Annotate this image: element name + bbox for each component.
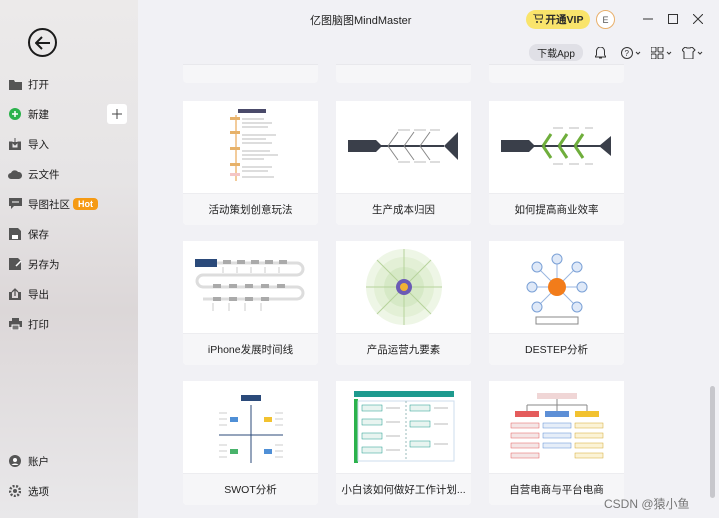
- import-icon: [8, 137, 22, 151]
- template-card[interactable]: SWOT分析: [183, 381, 318, 505]
- template-card[interactable]: iPhone发展时间线: [183, 241, 318, 365]
- sidebar-item-save-as[interactable]: 另存为: [0, 250, 138, 278]
- sidebar-item-export[interactable]: 导出: [0, 280, 138, 308]
- template-caption: 生产成本归因: [336, 193, 471, 225]
- help-icon[interactable]: ?: [621, 45, 641, 60]
- cloud-icon: [8, 167, 22, 181]
- save-as-icon: [8, 257, 22, 271]
- template-caption: iPhone发展时间线: [183, 333, 318, 365]
- template-card[interactable]: 如何提高商业效率: [489, 101, 624, 225]
- hot-badge: Hot: [73, 198, 98, 210]
- sidebar-item-label: 导出: [28, 288, 49, 301]
- close-icon[interactable]: [691, 12, 705, 26]
- template-card[interactable]: 小白该如何做好工作计划...: [336, 381, 471, 505]
- template-thumbnail: [489, 381, 624, 473]
- sidebar-item-print[interactable]: 打印: [0, 310, 138, 338]
- template-caption: 产品运营九要素: [336, 333, 471, 365]
- template-thumbnail: [336, 241, 471, 333]
- svg-text:?: ?: [625, 49, 630, 58]
- settings-icon: [8, 484, 22, 498]
- bell-icon[interactable]: [595, 45, 606, 60]
- new-plus-button[interactable]: [107, 104, 127, 124]
- template-card[interactable]: 活动策划创意玩法: [183, 101, 318, 225]
- sidebar-item-label: 打印: [28, 318, 49, 331]
- template-card[interactable]: 生产成本归因: [336, 101, 471, 225]
- sidebar-item-label: 选项: [28, 485, 49, 498]
- sidebar-item-account[interactable]: 账户: [0, 447, 138, 475]
- template-thumbnail: [183, 101, 318, 193]
- print-icon: [8, 317, 22, 331]
- partial-card: [336, 64, 471, 83]
- template-caption: 小白该如何做好工作计划...: [336, 473, 471, 505]
- sidebar-item-save[interactable]: 保存: [0, 220, 138, 248]
- window-title: 亿图脑图MindMaster: [310, 15, 412, 27]
- sidebar-item-label: 保存: [28, 228, 49, 241]
- download-app-button[interactable]: 下载App: [529, 44, 583, 61]
- main-area: 亿图脑图MindMaster 开通VIP E 下载App ? 活动策划创意玩法: [138, 0, 719, 518]
- account-icon: [8, 454, 22, 468]
- add-circle-icon: [8, 107, 22, 121]
- scrollbar[interactable]: [710, 386, 715, 498]
- sidebar-item-import[interactable]: 导入: [0, 130, 138, 158]
- partial-card: [489, 64, 624, 83]
- save-icon: [8, 227, 22, 241]
- template-caption: DESTEP分析: [489, 333, 624, 365]
- sidebar-item-settings[interactable]: 选项: [0, 477, 138, 505]
- partial-card: [183, 64, 318, 83]
- sidebar-item-label: 导入: [28, 138, 49, 151]
- template-thumbnail: [336, 381, 471, 473]
- template-card[interactable]: DESTEP分析: [489, 241, 624, 365]
- minimize-icon[interactable]: [641, 12, 655, 26]
- template-card[interactable]: 自营电商与平台电商: [489, 381, 624, 505]
- sidebar-item-open[interactable]: 打开: [0, 70, 138, 98]
- sidebar-item-label: 导图社区: [28, 198, 70, 211]
- sidebar-item-label: 新建: [28, 108, 49, 121]
- vip-label: 开通VIP: [545, 14, 584, 26]
- template-caption: SWOT分析: [183, 473, 318, 505]
- skin-icon[interactable]: [682, 45, 704, 60]
- vip-button[interactable]: 开通VIP: [526, 10, 590, 29]
- template-thumbnail: [183, 381, 318, 473]
- community-icon: [8, 197, 22, 211]
- template-thumbnail: [183, 241, 318, 333]
- sidebar-item-cloud[interactable]: 云文件: [0, 160, 138, 188]
- sidebar-item-label: 打开: [28, 78, 49, 91]
- cart-icon: [532, 13, 544, 26]
- sidebar-item-label: 另存为: [28, 258, 60, 271]
- sidebar-item-new[interactable]: 新建: [0, 100, 138, 128]
- template-card[interactable]: 产品运营九要素: [336, 241, 471, 365]
- template-caption: 如何提高商业效率: [489, 193, 624, 225]
- template-thumbnail: [489, 101, 624, 193]
- apps-grid-icon[interactable]: [651, 45, 673, 60]
- maximize-icon[interactable]: [666, 12, 680, 26]
- template-caption: 活动策划创意玩法: [183, 193, 318, 225]
- watermark: CSDN @猿小鱼: [604, 497, 690, 511]
- back-arrow-icon[interactable]: [28, 28, 57, 57]
- export-icon: [8, 287, 22, 301]
- sidebar-item-label: 账户: [28, 455, 49, 468]
- sidebar-item-community[interactable]: 导图社区 Hot: [0, 190, 138, 218]
- template-thumbnail: [489, 241, 624, 333]
- sidebar: 打开 新建 导入 云文件 导图社区 Hot 保存 另存为 导出 打印 账户 选项: [0, 0, 138, 518]
- avatar[interactable]: E: [596, 10, 615, 29]
- template-thumbnail: [336, 101, 471, 193]
- sidebar-item-label: 云文件: [28, 168, 60, 181]
- folder-icon: [8, 77, 22, 91]
